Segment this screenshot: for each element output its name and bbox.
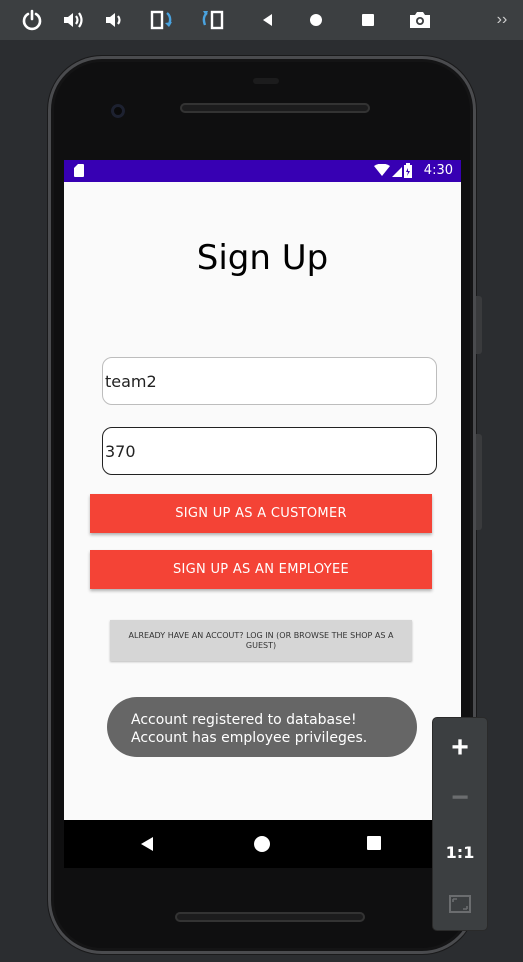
- username-field[interactable]: team2: [102, 357, 437, 405]
- signal-icon: [392, 167, 402, 177]
- page-title: Sign Up: [196, 238, 329, 278]
- password-field[interactable]: 370: [102, 427, 437, 475]
- toast-message: Account registered to database! Account …: [107, 697, 417, 757]
- overview-icon[interactable]: [354, 6, 382, 34]
- actual-size-label: 1:1: [445, 842, 475, 862]
- screenshot-icon[interactable]: [406, 6, 434, 34]
- home-icon[interactable]: [302, 6, 330, 34]
- fit-screen-icon: [449, 895, 471, 913]
- more-icon[interactable]: ››: [488, 6, 516, 34]
- front-camera: [111, 104, 125, 118]
- signup-employee-button[interactable]: SIGN UP AS AN EMPLOYEE: [90, 550, 432, 589]
- top-speaker: [180, 103, 370, 113]
- rotate-left-icon[interactable]: [148, 6, 176, 34]
- phone-power-button: [476, 296, 482, 354]
- battery-icon: [404, 163, 412, 178]
- volume-down-icon[interactable]: [100, 6, 128, 34]
- nav-back-icon[interactable]: [141, 837, 153, 851]
- nav-recents-icon[interactable]: [367, 836, 381, 850]
- sim-card-icon: [74, 164, 84, 177]
- phone-volume-button: [476, 434, 482, 530]
- status-bar: 4:30: [64, 160, 461, 182]
- phone-sensor: [253, 78, 279, 84]
- volume-up-icon[interactable]: [60, 6, 88, 34]
- zoom-controls: + − 1:1: [433, 718, 487, 930]
- emulator-toolbar: ››: [0, 0, 523, 40]
- nav-home-icon[interactable]: [254, 836, 270, 852]
- password-value: 370: [105, 441, 136, 461]
- signup-customer-button[interactable]: SIGN UP AS A CUSTOMER: [90, 494, 432, 533]
- actual-size-button[interactable]: 1:1: [433, 826, 487, 878]
- login-button[interactable]: ALREADY HAVE AN ACCOUT? LOG IN (OR BROWS…: [110, 620, 412, 661]
- back-icon[interactable]: [254, 6, 282, 34]
- power-icon[interactable]: [18, 6, 46, 34]
- status-time: 4:30: [423, 163, 453, 178]
- username-value: team2: [105, 371, 157, 391]
- navigation-bar: [64, 820, 461, 868]
- bottom-speaker: [175, 912, 365, 922]
- app-screen: 4:30 Sign Up team2 370 SIGN UP AS A CUST…: [64, 160, 461, 820]
- rotate-right-icon[interactable]: [198, 6, 226, 34]
- fit-screen-button[interactable]: [433, 878, 487, 930]
- zoom-in-button[interactable]: +: [433, 722, 487, 774]
- zoom-out-button[interactable]: −: [433, 772, 487, 824]
